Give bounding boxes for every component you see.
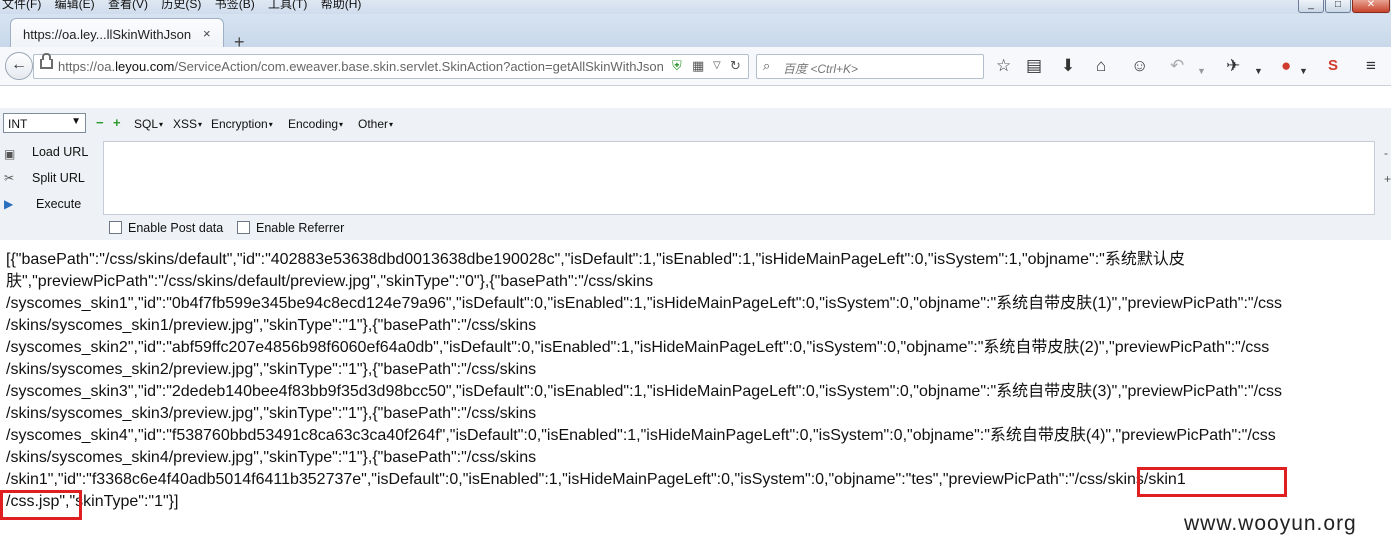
checkbox-box[interactable] <box>109 221 122 234</box>
encoding-dropdown-icon: ▾ <box>339 120 344 130</box>
tab-strip: https://oa.ley...llSkinWithJson × + <box>0 14 1391 51</box>
bookmarks-library-icon[interactable]: ▤ <box>1026 57 1042 75</box>
sql-menu-label: SQL <box>134 117 159 131</box>
url-textarea[interactable] <box>103 141 1375 215</box>
menu-edit[interactable]: 编辑(E) <box>55 0 95 11</box>
tab-close-icon[interactable]: × <box>203 26 211 41</box>
sql-dropdown-icon: ▾ <box>159 120 164 130</box>
back-button[interactable]: ← <box>5 52 33 80</box>
url-text: https://oa.leyou.com/ServiceAction/com.e… <box>58 59 664 74</box>
highlight-box <box>0 490 82 520</box>
other-menu-label: Other <box>358 117 389 131</box>
url-domain: leyou.com <box>115 59 175 74</box>
textarea-expand-icon[interactable]: + <box>1384 172 1391 186</box>
menu-help[interactable]: 帮助(H) <box>321 0 362 11</box>
response-line: /syscomes_skin4","id":"f538760bbd53491c8… <box>6 427 1276 444</box>
response-line: /skins/syscomes_skin1/preview.jpg","skin… <box>6 317 537 334</box>
home-icon[interactable]: ⌂ <box>1096 57 1106 75</box>
response-line: /skins/syscomes_skin4/preview.jpg","skin… <box>6 449 537 466</box>
hamburger-menu-icon[interactable]: ≡ <box>1366 57 1376 75</box>
xss-menu-label: XSS <box>173 117 198 131</box>
chat-icon[interactable]: ☺ <box>1131 57 1148 75</box>
browser-menu-dropdown-icon[interactable]: ▼ <box>1299 62 1308 80</box>
search-placeholder: 百度 <Ctrl+K> <box>783 62 859 76</box>
encryption-dropdown-icon: ▾ <box>268 120 273 130</box>
undo-dropdown-icon[interactable]: ▼ <box>1197 62 1206 80</box>
chevron-down-icon: ▼ <box>71 116 81 127</box>
tab-active[interactable]: https://oa.ley...llSkinWithJson × <box>10 18 224 48</box>
shield-icon[interactable]: ⛨ <box>672 58 682 74</box>
execute-icon: ▶ <box>4 197 14 211</box>
type-select-value: INT <box>8 117 28 131</box>
tab-title: https://oa.ley...llSkinWithJson <box>23 27 192 42</box>
qr-code-icon[interactable]: ▦ <box>692 58 704 74</box>
execute-button[interactable]: Execute <box>36 197 81 211</box>
menu-view[interactable]: 查看(V) <box>108 0 148 11</box>
addon-dropdown-icon[interactable]: ▼ <box>1254 62 1263 80</box>
watermark-text: www.wooyun.org <box>1184 512 1357 535</box>
search-bar[interactable]: ⌕ 百度 <Ctrl+K> <box>756 54 984 79</box>
maximize-button[interactable]: □ <box>1325 0 1351 13</box>
lock-icon <box>40 53 53 69</box>
type-select[interactable]: INT ▼ <box>3 113 86 133</box>
undo-icon[interactable]: ↶ <box>1170 57 1184 75</box>
reload-icon[interactable]: ↻ <box>730 58 741 74</box>
response-line: [{"basePath":"/css/skins/default","id":"… <box>6 251 1185 268</box>
xss-menu[interactable]: XSS▾ <box>173 117 202 131</box>
encoding-menu-label: Encoding <box>288 117 339 131</box>
split-url-button[interactable]: Split URL <box>32 171 85 185</box>
menu-tools[interactable]: 工具(T) <box>268 0 307 11</box>
hackbar-panel: INT ▼ − + SQL▾ XSS▾ Encryption▾ Encoding… <box>0 108 1391 240</box>
load-url-button[interactable]: Load URL <box>32 145 88 159</box>
response-line: /skins/syscomes_skin3/preview.jpg","skin… <box>6 405 537 422</box>
response-line: /syscomes_skin3","id":"2dedeb140bee4f83b… <box>6 383 1283 400</box>
enable-referrer-label: Enable Referrer <box>256 221 345 235</box>
close-window-button[interactable]: ✕ <box>1352 0 1390 13</box>
minimize-button[interactable]: _ <box>1298 0 1324 13</box>
addon-icon[interactable]: ✈ <box>1226 57 1240 75</box>
encryption-menu-label: Encryption <box>211 117 268 131</box>
encoding-menu[interactable]: Encoding▾ <box>288 117 343 131</box>
dropdown-arrow-icon[interactable]: ▽ <box>713 60 721 71</box>
url-path: /ServiceAction/com.eweaver.base.skin.ser… <box>174 59 664 74</box>
enable-post-label: Enable Post data <box>128 221 224 235</box>
search-icon: ⌕ <box>763 58 771 73</box>
address-bar[interactable]: https://oa.leyou.com/ServiceAction/com.e… <box>33 53 749 79</box>
menu-history[interactable]: 历史(S) <box>161 0 201 11</box>
sql-menu[interactable]: SQL▾ <box>134 117 163 131</box>
encryption-menu[interactable]: Encryption▾ <box>211 117 273 131</box>
split-url-icon: ✂ <box>4 171 15 185</box>
navigation-bar: ← https://oa.leyou.com/ServiceAction/com… <box>0 47 1391 86</box>
download-icon[interactable]: ⬇ <box>1061 57 1075 75</box>
menu-bookmarks[interactable]: 书签(B) <box>215 0 255 11</box>
enable-post-checkbox[interactable]: Enable Post data <box>109 221 223 235</box>
response-line: /skins/syscomes_skin2/preview.jpg","skin… <box>6 361 537 378</box>
highlight-box <box>1137 467 1287 497</box>
extension-icon[interactable]: S <box>1328 57 1338 75</box>
enable-referrer-checkbox[interactable]: Enable Referrer <box>237 221 344 235</box>
response-line: /syscomes_skin1","id":"0b4f7fb599e345be9… <box>6 295 1283 312</box>
url-prefix: https://oa. <box>58 59 116 74</box>
other-dropdown-icon: ▾ <box>389 120 394 130</box>
other-menu[interactable]: Other▾ <box>358 117 393 131</box>
xss-dropdown-icon: ▾ <box>198 120 203 130</box>
response-line: /syscomes_skin2","id":"abf59ffc207e4856b… <box>6 339 1270 356</box>
browser-menu-icon[interactable]: ● <box>1281 57 1291 75</box>
menu-file[interactable]: 文件(F) <box>2 0 41 11</box>
increment-icon[interactable]: + <box>113 115 121 130</box>
textarea-resize-icon[interactable]: - <box>1384 146 1388 160</box>
bookmark-star-icon[interactable]: ☆ <box>996 57 1011 75</box>
load-url-icon: ▣ <box>4 147 16 161</box>
menu-items: 文件(F) 编辑(E) 查看(V) 历史(S) 书签(B) 工具(T) 帮助(H… <box>2 0 371 12</box>
response-line: 肤","previewPicPath":"/css/skins/default/… <box>6 273 654 290</box>
menu-bar: 文件(F) 编辑(E) 查看(V) 历史(S) 书签(B) 工具(T) 帮助(H… <box>0 0 1391 14</box>
checkbox-box[interactable] <box>237 221 250 234</box>
decrement-icon[interactable]: − <box>96 115 104 130</box>
